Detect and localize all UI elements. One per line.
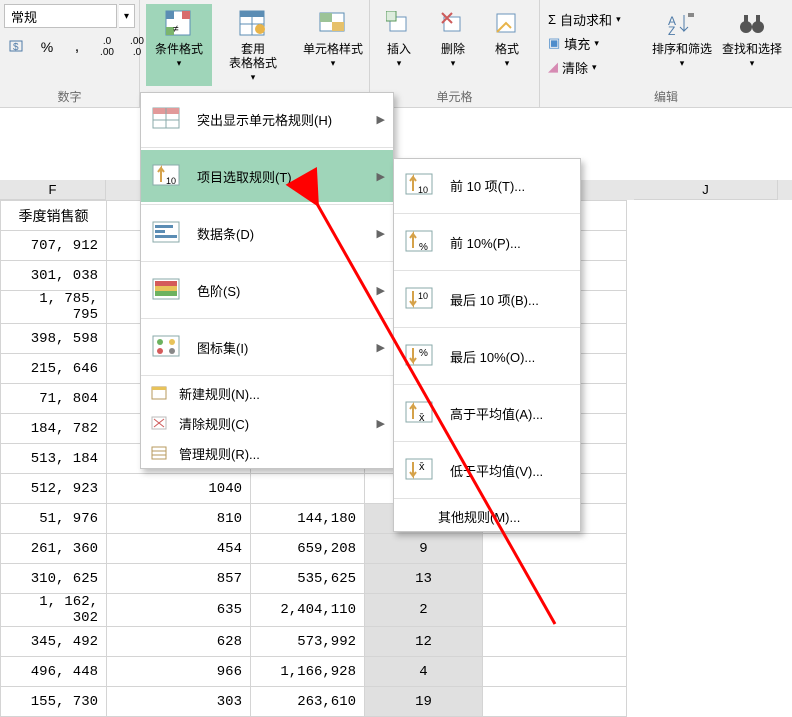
cell-styles-button[interactable]: 单元格样式 ▾ [300, 4, 366, 86]
table-row[interactable]: 345, 492628573,99212 [1, 627, 627, 657]
menu-icon-sets[interactable]: 图标集(I) ▶ [141, 321, 393, 373]
top-bottom-submenu: 10 前 10 项(T)... % 前 10%(P)... 10 最后 10 项… [393, 158, 581, 532]
svg-text:x̄: x̄ [419, 412, 425, 424]
group-label-number: 数字 [0, 88, 139, 105]
clear-button[interactable]: ◢清除▾ [544, 56, 625, 78]
menu-top10p[interactable]: % 前 10%(P)... [394, 216, 580, 268]
delete-button[interactable]: 删除▾ [428, 4, 478, 86]
delete-icon [437, 8, 469, 40]
sort-filter-button[interactable]: AZ 排序和筛选▾ [650, 4, 714, 86]
find-select-button[interactable]: 查找和选择▾ [720, 4, 784, 86]
number-format-dropdown[interactable]: ▾ [119, 4, 135, 28]
currency-button[interactable]: $ [4, 36, 30, 58]
sigma-icon: Σ [548, 12, 556, 27]
menu-data-bars[interactable]: 数据条(D) ▶ [141, 207, 393, 259]
eraser-icon: ◢ [548, 59, 558, 75]
bot10p-icon: % [402, 338, 438, 374]
col-header-f[interactable]: F [0, 180, 106, 200]
icon-sets-icon [149, 329, 185, 365]
above-avg-icon: x̄ [402, 395, 438, 431]
svg-text:x̄: x̄ [419, 461, 425, 473]
fill-button[interactable]: ▣填充▾ [544, 32, 625, 54]
group-label-cells: 单元格 [370, 88, 539, 105]
table-row[interactable]: 1, 162, 3026352,404,1102 [1, 594, 627, 627]
autosum-button[interactable]: Σ自动求和▾ [544, 8, 625, 30]
chevron-down-icon: ▾ [177, 58, 182, 69]
svg-text:10: 10 [166, 176, 176, 186]
percent-button[interactable]: % [34, 36, 60, 58]
table-row[interactable]: 496, 4489661,166,9284 [1, 657, 627, 687]
menu-highlight-cells[interactable]: 突出显示单元格规则(H) ▶ [141, 93, 393, 145]
data-bars-icon [149, 215, 185, 251]
table-row[interactable]: 155, 730303263,61019 [1, 687, 627, 717]
group-label-edit: 编辑 [540, 88, 792, 105]
color-scales-icon [149, 272, 185, 308]
svg-text:10: 10 [418, 291, 428, 301]
conditional-formatting-button[interactable]: ≠ 条件格式 ▾ [146, 4, 212, 86]
top10p-icon: % [402, 224, 438, 260]
format-button[interactable]: 格式▾ [482, 4, 532, 86]
top10-icon: 10 [402, 167, 438, 203]
menu-color-scales[interactable]: 色阶(S) ▶ [141, 264, 393, 316]
insert-icon [383, 8, 415, 40]
menu-manage-rules[interactable]: 管理规则(R)... [141, 438, 393, 468]
menu-top-bottom[interactable]: 10 项目选取规则(T) ▶ [141, 150, 393, 202]
new-rule-icon [149, 384, 169, 402]
cell-styles-icon [317, 8, 349, 40]
table-row[interactable]: 310, 625857535,62513 [1, 564, 627, 594]
format-as-table-button[interactable]: 套用 表格格式 ▾ [220, 4, 286, 86]
svg-text:≠: ≠ [173, 24, 179, 35]
fill-icon: ▣ [548, 35, 560, 51]
table-row[interactable]: 261, 360454659,2089 [1, 534, 627, 564]
menu-bot10p[interactable]: % 最后 10%(O)... [394, 330, 580, 382]
menu-clear-rules[interactable]: 清除规则(C) ▶ [141, 408, 393, 438]
menu-above-avg[interactable]: x̄ 高于平均值(A)... [394, 387, 580, 439]
menu-top10[interactable]: 10 前 10 项(T)... [394, 159, 580, 211]
top-bottom-icon: 10 [149, 158, 185, 194]
svg-text:%: % [419, 348, 428, 359]
sort-icon: AZ [666, 8, 698, 40]
svg-text:10: 10 [418, 185, 428, 195]
svg-text:Z: Z [668, 24, 675, 37]
menu-bot10[interactable]: 10 最后 10 项(B)... [394, 273, 580, 325]
menu-other-rules[interactable]: 其他规则(M)... [394, 501, 580, 531]
increase-decimal-button[interactable]: .0.00 [94, 36, 120, 58]
conditional-formatting-icon: ≠ [163, 8, 195, 40]
number-format-select[interactable]: 常规 [4, 4, 117, 28]
bot10-icon: 10 [402, 281, 438, 317]
chevron-right-icon: ▶ [377, 113, 385, 126]
highlight-cells-icon [149, 101, 185, 137]
format-icon [491, 8, 523, 40]
insert-button[interactable]: 插入▾ [374, 4, 424, 86]
col-header-j[interactable]: J [634, 180, 778, 200]
conditional-formatting-menu: 突出显示单元格规则(H) ▶ 10 项目选取规则(T) ▶ 数据条(D) ▶ 色… [140, 92, 394, 469]
svg-text:$: $ [13, 42, 19, 53]
comma-button[interactable]: , [64, 36, 90, 58]
binoculars-icon [736, 8, 768, 40]
clear-rules-icon [149, 414, 169, 432]
table-format-icon [237, 8, 269, 40]
menu-new-rule[interactable]: 新建规则(N)... [141, 378, 393, 408]
header-f[interactable]: 季度销售额 [1, 201, 107, 231]
svg-text:%: % [419, 242, 428, 253]
manage-rules-icon [149, 444, 169, 462]
chevron-right-icon: ▶ [377, 170, 385, 183]
below-avg-icon: x̄ [402, 452, 438, 488]
menu-below-avg[interactable]: x̄ 低于平均值(V)... [394, 444, 580, 496]
